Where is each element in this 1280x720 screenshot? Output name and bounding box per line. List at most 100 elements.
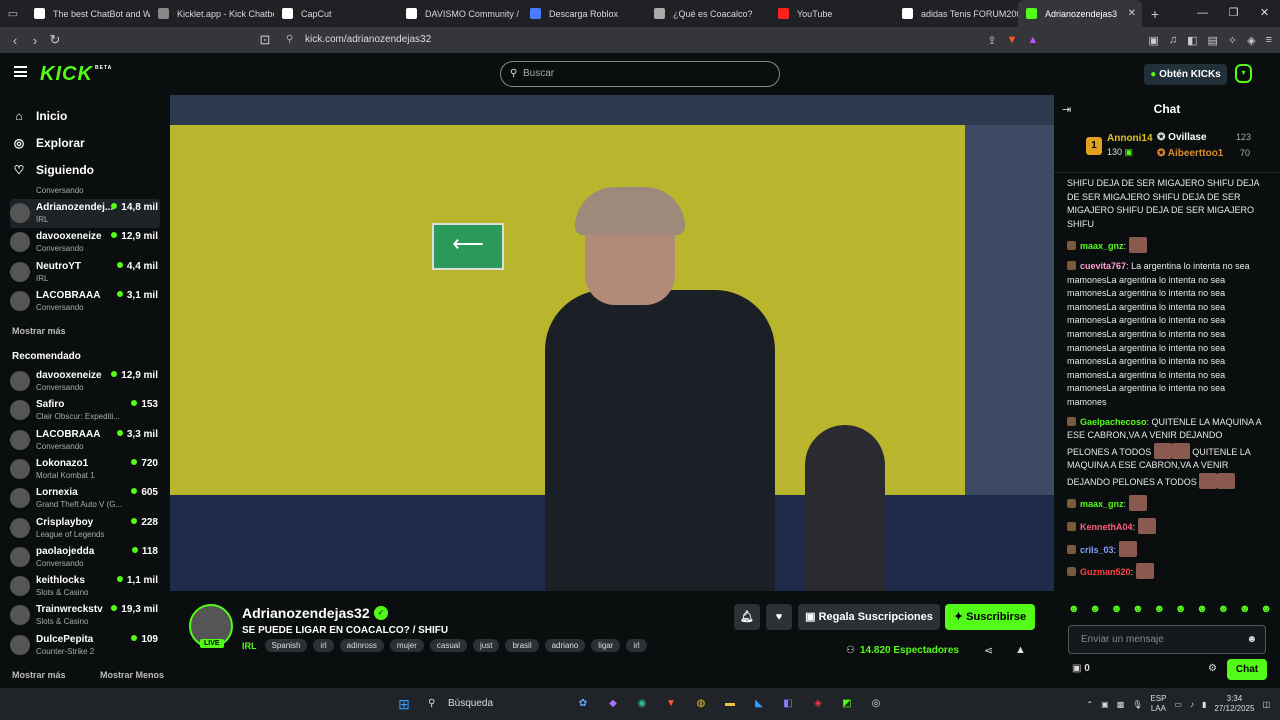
sidebar-channel[interactable]: davooxeneize Conversando 12,9 mil bbox=[10, 228, 160, 257]
sidebar-channel[interactable]: keithlocks Slots & Casino 1,1 mil bbox=[10, 572, 160, 601]
file-explorer-icon[interactable]: ▬ bbox=[721, 695, 739, 713]
browser-tab[interactable]: ¿Qué es Coacalco? bbox=[646, 0, 770, 27]
maximize-icon[interactable]: ❐ bbox=[1218, 0, 1249, 27]
kick-app-icon[interactable]: ◩ bbox=[838, 695, 856, 713]
get-kicks-button[interactable]: ● Obtén KICKs bbox=[1144, 64, 1227, 85]
edge-icon[interactable]: ◉ bbox=[633, 695, 651, 713]
obs-icon[interactable]: ◎ bbox=[867, 695, 885, 713]
battery-icon[interactable]: ▮ bbox=[1202, 700, 1206, 709]
emoji-picker-icon[interactable]: ☻ bbox=[1246, 626, 1257, 653]
stream-tag[interactable]: adriano bbox=[544, 639, 586, 652]
notifications-icon[interactable]: ◫ bbox=[1262, 700, 1270, 709]
sidebar-channel[interactable]: Lokonazo1 Mortal Kombat 1 720 bbox=[10, 455, 160, 484]
kick-shield-icon[interactable]: ▾ bbox=[1235, 64, 1252, 83]
taskbar-search[interactable]: ⚲ Búsqueda bbox=[420, 693, 570, 715]
wallet-icon[interactable]: ▤ bbox=[1207, 34, 1217, 47]
stream-tag[interactable]: adinross bbox=[339, 639, 384, 652]
vpn-icon[interactable]: ◈ bbox=[1247, 34, 1255, 47]
sidebar-channel[interactable]: paolaojedda Conversando 118 bbox=[10, 543, 160, 572]
browser-tab[interactable]: Descarga Roblox bbox=[522, 0, 646, 27]
sidebar-toggle-icon[interactable]: ◧ bbox=[1187, 34, 1197, 47]
quick-emote-icon[interactable]: ☻ bbox=[1154, 603, 1166, 615]
nav-home[interactable]: ⌂ Inicio bbox=[12, 109, 67, 123]
tray-gpu-icon[interactable]: ▩ bbox=[1117, 700, 1125, 709]
stream-tag[interactable]: irl bbox=[626, 639, 647, 652]
kick-logo[interactable]: KICK BETA bbox=[40, 63, 111, 86]
sidebar-channel[interactable]: LACOBRAAA Conversando 3,3 mil bbox=[10, 426, 160, 455]
gift-subs-button[interactable]: ▣ Regala Suscripciones bbox=[798, 604, 940, 630]
share-icon[interactable]: ⇪ bbox=[987, 34, 996, 47]
stream-tag[interactable]: Spanish bbox=[264, 639, 308, 652]
browser-tab[interactable]: CapCut bbox=[274, 0, 398, 27]
network-icon[interactable]: ▭ bbox=[1174, 700, 1182, 709]
browser-tab[interactable]: DAVISMO Community / X bbox=[398, 0, 522, 27]
nav-following[interactable]: ♡ Siguiendo bbox=[12, 163, 94, 177]
podium-second[interactable]: ✪ Ovillase bbox=[1157, 132, 1207, 143]
chat-username[interactable]: KennethA04 bbox=[1080, 522, 1133, 532]
streamer-name[interactable]: Adrianozendejas32 bbox=[242, 605, 370, 621]
notification-bell-button[interactable]: 🔔︎ bbox=[734, 604, 760, 630]
chat-username[interactable]: cuevita767 bbox=[1080, 261, 1126, 271]
chat-username[interactable]: Guzman520 bbox=[1080, 567, 1131, 577]
nav-explore[interactable]: ◎ Explorar bbox=[12, 136, 85, 150]
stream-tag[interactable]: casual bbox=[429, 639, 468, 652]
teams-icon[interactable]: ◧ bbox=[779, 695, 797, 713]
chat-username[interactable]: maax_gnz bbox=[1080, 241, 1124, 251]
quick-emote-icon[interactable]: ☻ bbox=[1089, 603, 1101, 615]
close-window-icon[interactable]: ✕ bbox=[1249, 0, 1280, 27]
stream-tag[interactable]: brasil bbox=[505, 639, 539, 652]
close-tab-icon[interactable]: ✕ bbox=[1128, 8, 1136, 19]
show-less-recommended[interactable]: Mostrar Menos bbox=[100, 670, 164, 680]
brave-shield-icon[interactable]: ▼ bbox=[1007, 34, 1018, 46]
chat-input[interactable]: Enviar un mensaje ☻ bbox=[1068, 625, 1266, 654]
sidebar-channel[interactable]: NeutroYT IRL 4,4 mil bbox=[10, 258, 160, 287]
report-icon[interactable]: ▲ bbox=[1015, 644, 1026, 656]
forward-icon[interactable]: › bbox=[25, 33, 45, 48]
chrome-icon[interactable]: ◍ bbox=[692, 695, 710, 713]
clock[interactable]: 3:34 27/12/2025 bbox=[1214, 694, 1254, 714]
search-input[interactable]: ⚲ Buscar bbox=[500, 61, 780, 87]
minimize-icon[interactable]: — bbox=[1187, 0, 1218, 27]
visual-studio-icon[interactable]: ◆ bbox=[604, 695, 622, 713]
show-more-following[interactable]: Mostrar más bbox=[12, 326, 66, 336]
hamburger-menu-icon[interactable] bbox=[14, 66, 27, 77]
sidebar-channel[interactable]: Crisplayboy League of Legends 228 bbox=[10, 514, 160, 543]
quick-emote-icon[interactable]: ☻ bbox=[1260, 603, 1272, 615]
browser-tab[interactable]: The best ChatBot and Wi bbox=[26, 0, 150, 27]
sidebar-channel[interactable]: Trainwreckstv Slots & Casino 19,3 mil bbox=[10, 601, 160, 630]
reload-icon[interactable]: ↻ bbox=[45, 32, 65, 48]
back-icon[interactable]: ‹ bbox=[5, 33, 25, 48]
menu-icon[interactable]: ≡ bbox=[1266, 34, 1272, 46]
share-stream-icon[interactable]: ⋖ bbox=[984, 644, 993, 657]
show-more-recommended[interactable]: Mostrar más bbox=[12, 670, 66, 680]
subscribe-button[interactable]: ✦ Suscribirse bbox=[945, 604, 1035, 630]
sidebar-channel[interactable]: davooxeneize Conversando 12,9 mil bbox=[10, 367, 160, 396]
sidebar-channel[interactable]: Lornexia Grand Theft Auto V (G... 605 bbox=[10, 484, 160, 513]
vscode-icon[interactable]: ◣ bbox=[750, 695, 768, 713]
stream-tag[interactable]: just bbox=[473, 639, 500, 652]
language-indicator[interactable]: ESP LAA bbox=[1150, 694, 1166, 714]
quick-emote-icon[interactable]: ☻ bbox=[1111, 603, 1123, 615]
new-tab-button[interactable]: + bbox=[1142, 6, 1168, 22]
tab-search-icon[interactable]: ▣ bbox=[1148, 34, 1158, 47]
ai-icon[interactable]: ✧ bbox=[1228, 34, 1237, 47]
video-player[interactable]: ⟵ bbox=[170, 95, 1054, 591]
copilot-icon[interactable]: ✿ bbox=[574, 695, 592, 713]
podium-third[interactable]: ✪ Aibeerttoo1 bbox=[1157, 148, 1223, 159]
sidebar-channel[interactable]: Safiro Clair Obscur: Expediti... 153 bbox=[10, 396, 160, 425]
browser-tab[interactable]: adidas Tenis FORUM2000 bbox=[894, 0, 1018, 27]
quick-emote-icon[interactable]: ☻ bbox=[1239, 603, 1251, 615]
browser-tab[interactable]: Kicklet.app - Kick Chatbo bbox=[150, 0, 274, 27]
site-info-icon[interactable]: ⚲ bbox=[286, 31, 293, 49]
sidebar-channel[interactable]: Adrianozendej... IRL 14,8 mil bbox=[10, 199, 160, 228]
tray-app-icon[interactable]: ▣ bbox=[1101, 700, 1109, 709]
chat-username[interactable]: crils_03 bbox=[1080, 545, 1114, 555]
sidebar-channel[interactable]: LACOBRAAA Conversando 3,1 mil bbox=[10, 287, 160, 316]
quick-emote-icon[interactable]: ☻ bbox=[1196, 603, 1208, 615]
rewards-icon[interactable]: ▲ bbox=[1028, 34, 1039, 46]
windows-start-icon[interactable]: ⊞ bbox=[395, 695, 413, 713]
chat-settings-icon[interactable]: ⚙ bbox=[1208, 663, 1217, 674]
quick-emote-icon[interactable]: ☻ bbox=[1218, 603, 1230, 615]
microphone-icon[interactable]: 🎙︎ bbox=[1132, 700, 1142, 709]
stream-tag[interactable]: mujer bbox=[389, 639, 424, 652]
